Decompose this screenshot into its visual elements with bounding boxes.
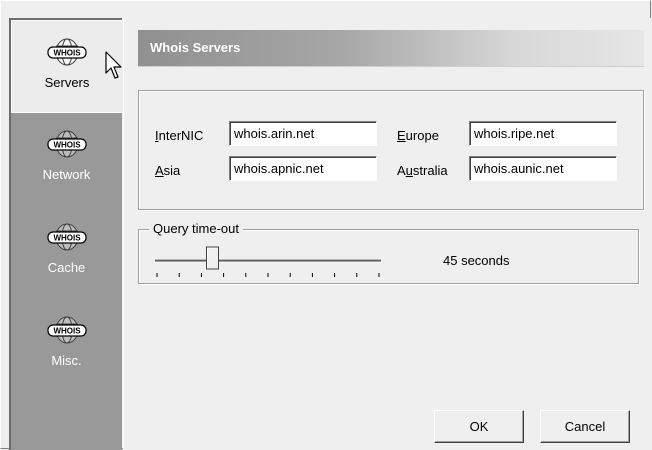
sidebar-item-misc[interactable]: WHOIS Misc. <box>11 299 122 392</box>
ok-button[interactable]: OK <box>434 410 524 443</box>
svg-text:WHOIS: WHOIS <box>53 141 81 150</box>
asia-server-field[interactable] <box>229 156 377 181</box>
query-timeout-legend: Query time-out <box>149 221 243 236</box>
settings-panel: Whois Servers InterNIC Europe Asia Austr… <box>123 18 652 450</box>
svg-text:WHOIS: WHOIS <box>53 327 81 336</box>
slider-track <box>155 259 381 263</box>
svg-text:WHOIS: WHOIS <box>53 49 81 58</box>
europe-server-field[interactable] <box>469 121 617 146</box>
whois-globe-icon: WHOIS <box>46 130 87 158</box>
whois-globe-icon: WHOIS <box>46 223 87 251</box>
timeout-value-text: 45 seconds <box>443 253 510 268</box>
category-sidebar: WHOIS Servers WHOIS Network WHOIS Cache … <box>9 18 122 450</box>
server-list-group: InterNIC Europe Asia Australia <box>138 90 644 210</box>
whois-globe-icon: WHOIS <box>46 316 87 344</box>
svg-text:WHOIS: WHOIS <box>53 234 81 243</box>
whois-globe-icon: WHOIS <box>47 38 87 66</box>
internic-label: InterNIC <box>155 128 204 143</box>
query-timeout-group: Query time-out 45 seconds <box>138 221 639 286</box>
europe-label: Europe <box>397 128 439 143</box>
slider-thumb[interactable] <box>206 246 219 270</box>
australia-server-field[interactable] <box>469 156 617 181</box>
sidebar-item-label: Cache <box>47 260 86 275</box>
mouse-pointer-icon <box>105 51 122 79</box>
whois-options-dialog: WHOIS Servers WHOIS Network WHOIS Cache … <box>0 0 652 450</box>
sidebar-item-label: Servers <box>44 75 90 90</box>
sidebar-item-network[interactable]: WHOIS Network <box>11 113 122 206</box>
asia-label: Asia <box>155 163 181 178</box>
sidebar-item-cache[interactable]: WHOIS Cache <box>11 206 122 299</box>
australia-label: Australia <box>397 163 448 178</box>
section-header: Whois Servers <box>138 30 644 67</box>
internic-server-field[interactable] <box>229 121 377 146</box>
query-timeout-slider[interactable] <box>153 246 383 286</box>
page-title: Whois Servers <box>150 40 241 55</box>
cancel-button[interactable]: Cancel <box>540 410 630 443</box>
slider-ticks <box>156 273 380 277</box>
sidebar-item-label: Misc. <box>51 353 82 368</box>
sidebar-item-label: Network <box>42 167 91 182</box>
